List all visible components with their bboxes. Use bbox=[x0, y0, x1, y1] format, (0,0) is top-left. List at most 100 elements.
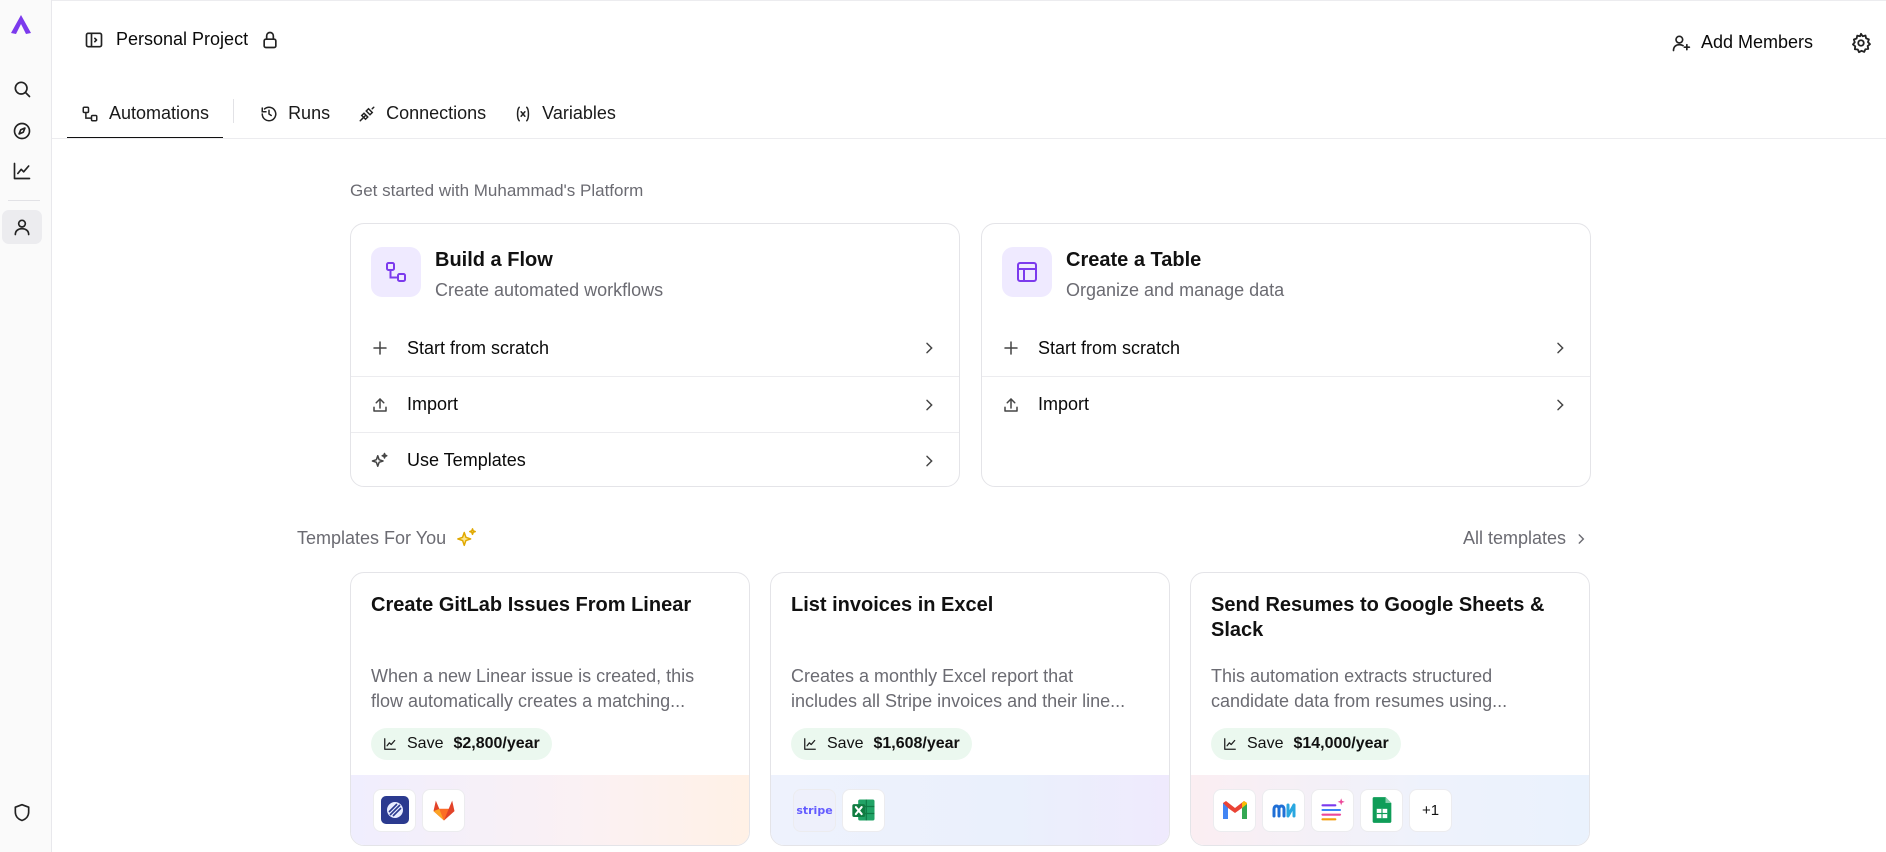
table-import[interactable]: Import bbox=[982, 376, 1590, 432]
add-members-label: Add Members bbox=[1700, 32, 1813, 52]
rail-divider bbox=[8, 200, 40, 201]
all-templates-label: All templates bbox=[1462, 528, 1566, 548]
table-icon bbox=[1017, 262, 1037, 282]
plug-icon bbox=[359, 106, 375, 122]
build-flow-card: Build a Flow Create automated workflows … bbox=[350, 223, 960, 487]
card-header: Create a Table Organize and manage data bbox=[1002, 247, 1284, 301]
analytics-rail-button[interactable] bbox=[2, 154, 42, 188]
tab-automations[interactable]: Automations bbox=[67, 91, 224, 139]
add-members-button[interactable]: Add Members bbox=[1671, 32, 1813, 53]
chevron-right-icon bbox=[1557, 399, 1564, 410]
flow-import[interactable]: Import bbox=[351, 376, 959, 432]
app-logo[interactable] bbox=[9, 13, 33, 37]
templates-title: Templates For You bbox=[297, 527, 447, 548]
card-subtitle: Create automated workflows bbox=[435, 280, 664, 300]
chart-icon bbox=[1224, 738, 1236, 750]
template-description: Creates a monthly Excel report that incl… bbox=[791, 664, 1149, 714]
user-plus-icon bbox=[1672, 35, 1691, 51]
template-apps: +1 bbox=[1191, 775, 1589, 845]
shield-icon bbox=[14, 803, 30, 822]
chevron-right-icon bbox=[1578, 533, 1585, 544]
chart-icon bbox=[384, 738, 396, 750]
savings-badge: Save $1,608/year bbox=[791, 728, 972, 760]
save-value: $2,800/year bbox=[453, 735, 540, 752]
user-icon bbox=[14, 219, 30, 236]
template-description: This automation extracts structured cand… bbox=[1211, 664, 1569, 714]
flow-icon bbox=[386, 262, 406, 282]
template-desc-line: flow automatically creates a matching... bbox=[371, 691, 686, 711]
tab-variables[interactable]: Variables bbox=[500, 91, 630, 139]
chevron-right-icon bbox=[1557, 342, 1564, 354]
chevron-right-icon bbox=[926, 342, 933, 354]
card-title: Create a Table bbox=[1066, 249, 1202, 271]
row-label: Start from scratch bbox=[407, 337, 550, 358]
linear-app-icon bbox=[373, 788, 416, 832]
top-bar: Personal Project Add Members bbox=[52, 1, 1886, 85]
tab-runs[interactable]: Runs bbox=[246, 91, 344, 139]
save-value: $1,608/year bbox=[873, 735, 960, 752]
sidebar-toggle-icon[interactable] bbox=[84, 30, 104, 50]
template-apps: stripe bbox=[771, 775, 1169, 845]
create-table-card: Create a Table Organize and manage data … bbox=[981, 223, 1591, 487]
tab-label: Runs bbox=[288, 103, 331, 123]
all-templates-link[interactable]: All templates bbox=[1463, 528, 1588, 549]
google-sheets-app-icon bbox=[1360, 788, 1403, 832]
table-card-icon bbox=[1002, 247, 1052, 297]
template-title: Create GitLab Issues From Linear bbox=[371, 594, 692, 616]
sparkles-icon bbox=[371, 452, 388, 467]
chevron-right-icon bbox=[926, 399, 933, 410]
template-card-resumes-sheets-slack[interactable]: Send Resumes to Google Sheets & Slack Th… bbox=[1190, 572, 1590, 846]
tab-bar: Automations Runs Connections Variables bbox=[67, 91, 630, 139]
lock-icon bbox=[263, 31, 277, 48]
monday-app-icon bbox=[1262, 788, 1305, 832]
template-card-gitlab-linear[interactable]: Create GitLab Issues From Linear When a … bbox=[350, 572, 750, 846]
tab-label: Connections bbox=[386, 103, 487, 123]
tab-label: Automations bbox=[109, 103, 210, 123]
template-desc-line: Creates a monthly Excel report that bbox=[791, 666, 1074, 686]
flow-start-from-scratch[interactable]: Start from scratch bbox=[351, 320, 959, 376]
explore-rail-button[interactable] bbox=[2, 114, 42, 148]
plus-icon bbox=[1004, 341, 1018, 355]
sparkles-icon bbox=[457, 528, 477, 547]
savings-badge: Save $2,800/year bbox=[371, 728, 552, 760]
flow-card-icon bbox=[371, 247, 421, 297]
row-label: Start from scratch bbox=[1038, 337, 1181, 358]
upload-icon bbox=[373, 397, 387, 412]
template-desc-line: includes all Stripe invoices and their l… bbox=[791, 691, 1126, 711]
gear-icon bbox=[1852, 32, 1871, 54]
compass-icon bbox=[13, 122, 31, 140]
project-name[interactable]: Personal Project bbox=[116, 29, 248, 50]
template-title: List invoices in Excel bbox=[791, 594, 994, 616]
settings-button[interactable] bbox=[1850, 32, 1872, 59]
chart-icon bbox=[13, 162, 31, 180]
save-label: Save bbox=[1247, 735, 1284, 752]
flow-icon bbox=[82, 106, 98, 122]
variable-icon bbox=[516, 106, 530, 122]
card-header: Build a Flow Create automated workflows bbox=[371, 247, 663, 301]
gitlab-app-icon bbox=[422, 788, 465, 832]
template-apps bbox=[351, 775, 749, 845]
template-card-excel-invoices[interactable]: List invoices in Excel Creates a monthly… bbox=[770, 572, 1170, 846]
plus-icon bbox=[373, 341, 387, 355]
row-label: Use Templates bbox=[407, 450, 526, 470]
row-label: Import bbox=[1038, 394, 1090, 414]
savings-badge: Save $14,000/year bbox=[1211, 728, 1401, 760]
security-rail-button[interactable] bbox=[2, 796, 42, 830]
card-title: Build a Flow bbox=[435, 249, 553, 271]
save-value: $14,000/year bbox=[1293, 735, 1389, 752]
save-label: Save bbox=[827, 735, 864, 752]
tab-connections[interactable]: Connections bbox=[344, 91, 500, 139]
project-rail-button[interactable] bbox=[2, 210, 42, 244]
chevron-right-icon bbox=[926, 455, 933, 466]
table-start-from-scratch[interactable]: Start from scratch bbox=[982, 320, 1590, 376]
search-rail-button[interactable] bbox=[2, 72, 42, 106]
template-desc-line: This automation extracts structured bbox=[1211, 666, 1493, 686]
upload-icon bbox=[1004, 397, 1018, 412]
left-rail bbox=[0, 0, 52, 852]
flow-use-templates[interactable]: Use Templates bbox=[351, 432, 959, 488]
gmail-app-icon bbox=[1213, 788, 1256, 832]
template-desc-line: candidate data from resumes using... bbox=[1211, 691, 1508, 711]
get-started-title: Get started with Muhammad's Platform bbox=[350, 181, 644, 200]
row-label: Import bbox=[407, 394, 459, 414]
template-description: When a new Linear issue is created, this… bbox=[371, 664, 729, 714]
